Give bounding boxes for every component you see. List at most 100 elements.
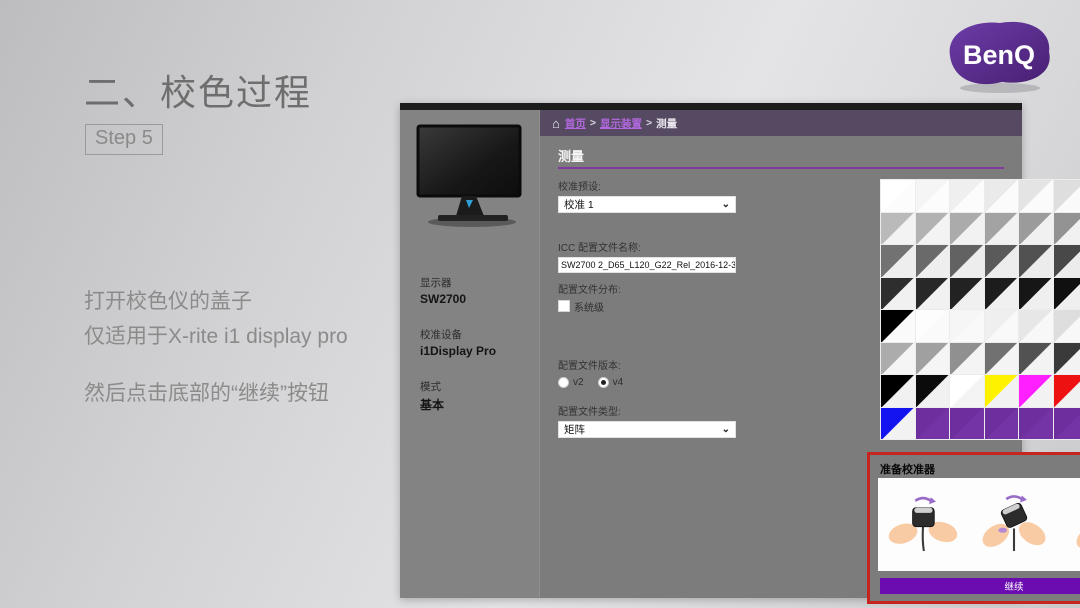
pattern-cell: [985, 180, 1019, 212]
app-screenshot: 显示器 SW2700 校准设备 i1Display Pro 模式 基本 ⌂ 首页…: [400, 103, 1022, 598]
pattern-cell: [1019, 408, 1053, 440]
pattern-cell: [916, 245, 950, 277]
pattern-cell: [950, 213, 984, 245]
pattern-cell: [1019, 375, 1053, 407]
breadcrumb-separator: >: [646, 117, 652, 129]
pattern-cell: [881, 408, 915, 440]
breadcrumb-link-home[interactable]: 首页: [565, 116, 586, 131]
pattern-cell: [1019, 343, 1053, 375]
measure-form: 校准预设: 校准 1 ⌄ ICC 配置文件名称: SW2700 2_D65_L1…: [558, 178, 738, 438]
note-line: 然后点击底部的“继续”按钮: [84, 376, 424, 411]
pattern-cell: [1054, 408, 1080, 440]
monitor-image: [410, 122, 530, 230]
pattern-cell: [1019, 180, 1053, 212]
device-field-label: 校准设备: [420, 327, 496, 342]
chevron-down-icon: ⌄: [722, 201, 730, 209]
breadcrumb-link-display-settings[interactable]: 显示装置: [600, 116, 642, 131]
pattern-cell: [881, 213, 915, 245]
pattern-grid: [880, 179, 1080, 440]
pattern-cell: [1019, 278, 1053, 310]
icc-name-input[interactable]: SW2700 2_D65_L120_G22_Rel_2016-12-30: [558, 257, 736, 273]
pattern-cell: [916, 180, 950, 212]
pattern-cell: [950, 245, 984, 277]
pattern-cell: [881, 278, 915, 310]
pattern-cell: [916, 278, 950, 310]
pattern-cell: [985, 245, 1019, 277]
continue-button[interactable]: 继续: [880, 578, 1080, 594]
pattern-cell: [985, 213, 1019, 245]
pattern-cell: [1019, 245, 1053, 277]
calibrator-step3-illustration: [1066, 489, 1080, 561]
pattern-cell: [985, 278, 1019, 310]
pattern-cell: [1054, 180, 1080, 212]
preset-select-value: 校准 1: [564, 197, 594, 212]
pattern-cell: [1054, 375, 1080, 407]
pattern-cell: [950, 180, 984, 212]
note-line: 打开校色仪的盖子: [84, 284, 424, 319]
device-fields: 显示器 SW2700 校准设备 i1Display Pro 模式 基本: [420, 275, 496, 434]
distribution-label: 配置文件分布:: [558, 281, 738, 296]
content-panel: ⌂ 首页 > 显示装置 > 测量 测量 校准预设: 校准 1 ⌄ ICC 配置文…: [540, 110, 1022, 598]
device-field-value: SW2700: [420, 292, 496, 306]
page-title: 二、校色过程: [84, 64, 312, 116]
version-v2-label: v2: [573, 377, 584, 388]
instruction-notes: 打开校色仪的盖子 仅适用于X-rite i1 display pro 然后点击底…: [84, 284, 424, 411]
device-field-label: 显示器: [420, 275, 496, 290]
prepare-title: 准备校准器: [880, 461, 935, 477]
pattern-cell: [916, 375, 950, 407]
preset-label: 校准预设:: [558, 178, 738, 193]
pattern-cell: [1054, 343, 1080, 375]
device-panel: 显示器 SW2700 校准设备 i1Display Pro 模式 基本: [400, 110, 540, 598]
pattern-cell: [985, 310, 1019, 342]
preset-select[interactable]: 校准 1 ⌄: [558, 196, 736, 213]
profile-type-value: 矩阵: [564, 422, 585, 437]
pattern-cell: [1054, 213, 1080, 245]
profile-type-select[interactable]: 矩阵 ⌄: [558, 421, 736, 438]
profile-type-label: 配置文件类型:: [558, 403, 738, 418]
pattern-cell: [1054, 278, 1080, 310]
pattern-cell: [916, 310, 950, 342]
pattern-cell: [1019, 213, 1053, 245]
device-field-value: 基本: [420, 396, 496, 413]
pattern-cell: [881, 343, 915, 375]
pattern-cell: [950, 310, 984, 342]
pattern-cell: [950, 375, 984, 407]
calibrator-step2-illustration: [975, 489, 1053, 561]
pattern-cell: [881, 375, 915, 407]
version-v2-radio[interactable]: [558, 377, 569, 388]
note-spacer: [84, 354, 424, 376]
pattern-cell: [950, 408, 984, 440]
system-level-label: 系统级: [574, 299, 604, 314]
breadcrumb-current: 测量: [656, 116, 677, 131]
calibrator-illustrations: [878, 478, 1080, 571]
version-options: v2 v4: [558, 375, 738, 389]
pattern-cell: [881, 310, 915, 342]
app-title-strip: [400, 103, 1022, 110]
device-field-display: 显示器 SW2700: [420, 275, 496, 306]
chevron-down-icon: ⌄: [722, 426, 730, 434]
breadcrumb: ⌂ 首页 > 显示装置 > 测量: [540, 110, 1022, 136]
section-title: 测量: [558, 146, 584, 165]
device-field-calibrator: 校准设备 i1Display Pro: [420, 327, 496, 358]
distribution-options: 系统级: [558, 299, 738, 313]
device-field-mode: 模式 基本: [420, 379, 496, 413]
breadcrumb-separator: >: [590, 117, 596, 129]
pattern-cell: [881, 245, 915, 277]
benq-logo-icon: BenQ: [938, 14, 1062, 98]
pattern-cell: [985, 343, 1019, 375]
pattern-cell: [916, 408, 950, 440]
calibrator-step1-illustration: [884, 489, 962, 561]
pattern-cell: [1054, 310, 1080, 342]
benq-logo-text: BenQ: [963, 40, 1035, 70]
step-badge: Step 5: [85, 124, 163, 155]
system-level-checkbox[interactable]: [558, 300, 570, 312]
version-v4-radio[interactable]: [598, 377, 609, 388]
pattern-cell: [881, 180, 915, 212]
pattern-cell: [1054, 245, 1080, 277]
device-field-value: i1Display Pro: [420, 344, 496, 358]
icc-name-label: ICC 配置文件名称:: [558, 239, 738, 254]
prepare-calibrator-section: 准备校准器: [867, 452, 1080, 604]
device-field-label: 模式: [420, 379, 496, 394]
pattern-cell: [1019, 310, 1053, 342]
version-label: 配置文件版本:: [558, 357, 738, 372]
